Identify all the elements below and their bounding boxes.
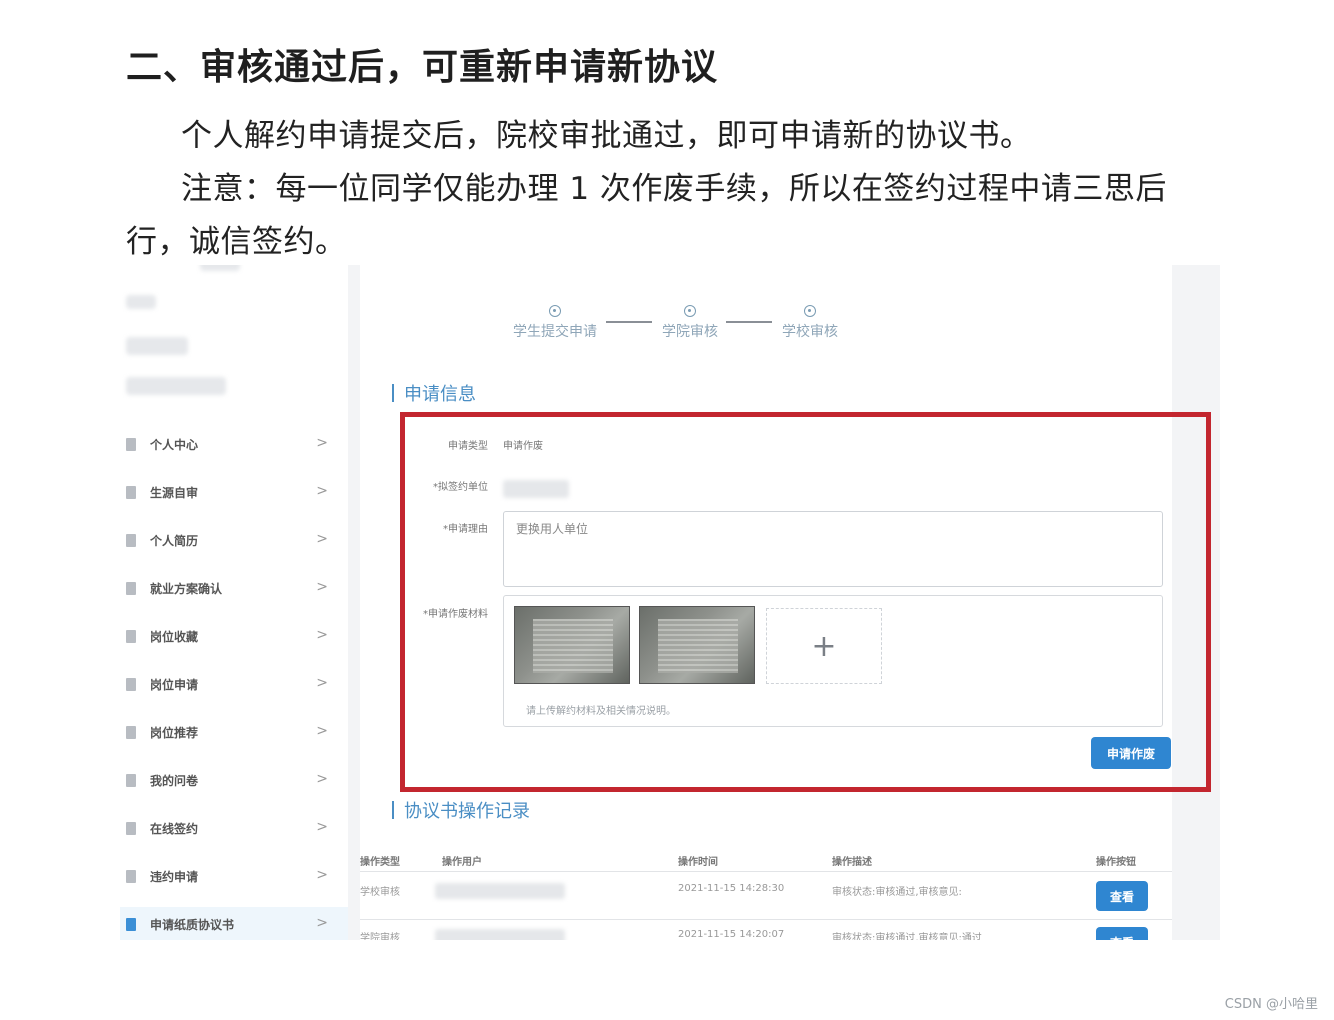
sidebar-item-my-surveys[interactable]: 我的问卷 > <box>120 763 348 797</box>
row-user-redacted <box>435 929 565 940</box>
row-user-redacted <box>435 883 565 899</box>
step-circle-icon <box>684 305 696 317</box>
column-header-description: 操作描述 <box>832 857 872 868</box>
sidebar-item-label: 生源自审 <box>150 485 199 500</box>
chevron-right-icon: > <box>316 627 328 643</box>
sidebar-item-job-favorites[interactable]: 岗位收藏 > <box>120 619 348 653</box>
plus-icon: + <box>811 628 837 664</box>
unit-value-redacted <box>503 480 569 498</box>
step-label: 学生提交申请 <box>513 324 597 340</box>
section-title: 协议书操作记录 <box>404 801 530 822</box>
sidebar-item-resume[interactable]: 个人简历 > <box>120 523 348 557</box>
chevron-right-icon: > <box>316 435 328 451</box>
sidebar-item-label: 在线签约 <box>150 821 199 836</box>
add-image-button[interactable]: + <box>766 608 882 684</box>
sidebar-item-label: 岗位收藏 <box>150 629 199 644</box>
sidebar-item-label: 违约申请 <box>150 869 199 884</box>
clipboard-icon <box>126 773 136 787</box>
reason-label: *申请理由 <box>443 524 488 535</box>
section-operation-records: 协议书操作记录 <box>392 797 530 823</box>
step-circle-icon <box>804 305 816 317</box>
list-icon <box>126 581 136 595</box>
sidebar-item-source-review[interactable]: 生源自审 > <box>120 475 348 509</box>
list-icon <box>126 917 136 931</box>
reason-value: 更换用人单位 <box>516 522 589 536</box>
sidebar: 个人中心 > 生源自审 > 个人简历 > 就业方案确认 > 岗位收藏 > 岗位申… <box>120 265 348 940</box>
type-label: 申请类型 <box>448 441 488 452</box>
chevron-right-icon: > <box>316 915 328 931</box>
material-label: *申请作废材料 <box>423 609 488 620</box>
submit-void-button[interactable]: 申请作废 <box>1091 737 1171 769</box>
chevron-right-icon: > <box>316 771 328 787</box>
sidebar-item-label: 申请纸质协议书 <box>150 917 235 932</box>
user-icon <box>126 437 136 451</box>
article-title: 二、审核通过后，可重新申请新协议 <box>126 47 719 88</box>
column-header-type: 操作类型 <box>360 857 400 868</box>
reason-textarea[interactable]: 更换用人单位 <box>503 511 1163 587</box>
list-icon <box>126 821 136 835</box>
sidebar-item-label: 就业方案确认 <box>150 581 223 596</box>
flag-icon <box>126 677 136 691</box>
sidebar-item-job-recommendations[interactable]: 岗位推荐 > <box>120 715 348 749</box>
chevron-right-icon: > <box>316 531 328 547</box>
step-label: 学院审核 <box>662 324 718 340</box>
list-icon <box>126 725 136 739</box>
document-icon <box>126 533 136 547</box>
column-header-action: 操作按钮 <box>1096 857 1136 868</box>
step-connector <box>606 321 652 323</box>
list-icon <box>126 485 136 499</box>
footer-credit: CSDN @小哈里 <box>1224 997 1318 1012</box>
sidebar-item-employment-plan[interactable]: 就业方案确认 > <box>120 571 348 605</box>
sidebar-item-label: 个人中心 <box>150 437 199 452</box>
chevron-right-icon: > <box>316 579 328 595</box>
sidebar-item-label: 岗位推荐 <box>150 725 199 740</box>
sidebar-item-breach-application[interactable]: 违约申请 > <box>120 859 348 893</box>
upload-hint: 请上传解约材料及相关情况说明。 <box>526 706 676 717</box>
column-header-time: 操作时间 <box>678 857 718 868</box>
upload-area: + 请上传解约材料及相关情况说明。 <box>503 595 1163 727</box>
uploaded-image-thumbnail[interactable] <box>639 606 755 684</box>
sidebar-item-online-signing[interactable]: 在线签约 > <box>120 811 348 845</box>
list-icon <box>126 869 136 883</box>
embedded-screenshot: 个人中心 > 生源自审 > 个人简历 > 就业方案确认 > 岗位收藏 > 岗位申… <box>120 265 1220 940</box>
article-paragraph-3: 行，诚信签约。 <box>126 224 347 260</box>
row-time: 2021-11-15 14:20:07 <box>678 929 785 940</box>
row-description: 审核状态:审核通过,审核意见:通过 <box>832 933 982 940</box>
view-button[interactable]: 查看 <box>1096 927 1148 940</box>
uploaded-image-thumbnail[interactable] <box>514 606 630 684</box>
sidebar-item-paper-agreement[interactable]: 申请纸质协议书 > <box>120 907 348 940</box>
step-label: 学校审核 <box>782 324 838 340</box>
article-paragraph-1: 个人解约申请提交后，院校审批通过，即可申请新的协议书。 <box>181 118 1032 154</box>
sidebar-item-personal-center[interactable]: 个人中心 > <box>120 427 348 461</box>
section-title: 申请信息 <box>404 384 476 405</box>
step-college-review: 学院审核 <box>650 305 730 341</box>
flag-icon <box>126 629 136 643</box>
article-paragraph-2: 注意：每一位同学仅能办理 1 次作废手续，所以在签约过程中请三思后 <box>181 171 1167 207</box>
chevron-right-icon: > <box>316 819 328 835</box>
sidebar-item-label: 个人简历 <box>150 533 199 548</box>
row-time: 2021-11-15 14:28:30 <box>678 883 785 894</box>
step-school-review: 学校审核 <box>770 305 850 341</box>
sidebar-item-label: 岗位申请 <box>150 677 199 692</box>
step-circle-icon <box>549 305 561 317</box>
section-application-info: 申请信息 <box>392 380 476 406</box>
view-button[interactable]: 查看 <box>1096 881 1148 911</box>
row-description: 审核状态:审核通过,审核意见: <box>832 887 962 898</box>
main-panel: 学生提交申请 学院审核 学校审核 申请信息 申请类型 申请作废 *拟签约单位 *… <box>360 265 1211 940</box>
unit-label: *拟签约单位 <box>433 482 488 493</box>
column-header-user: 操作用户 <box>442 857 482 868</box>
chevron-right-icon: > <box>316 867 328 883</box>
chevron-right-icon: > <box>316 675 328 691</box>
step-connector <box>726 321 772 323</box>
type-value: 申请作废 <box>503 441 543 452</box>
step-student-submit: 学生提交申请 <box>505 305 605 341</box>
row-type: 学校审核 <box>360 887 400 898</box>
row-type: 学院审核 <box>360 933 400 940</box>
sidebar-item-job-applications[interactable]: 岗位申请 > <box>120 667 348 701</box>
chevron-right-icon: > <box>316 723 328 739</box>
chevron-right-icon: > <box>316 483 328 499</box>
sidebar-item-label: 我的问卷 <box>150 773 199 788</box>
